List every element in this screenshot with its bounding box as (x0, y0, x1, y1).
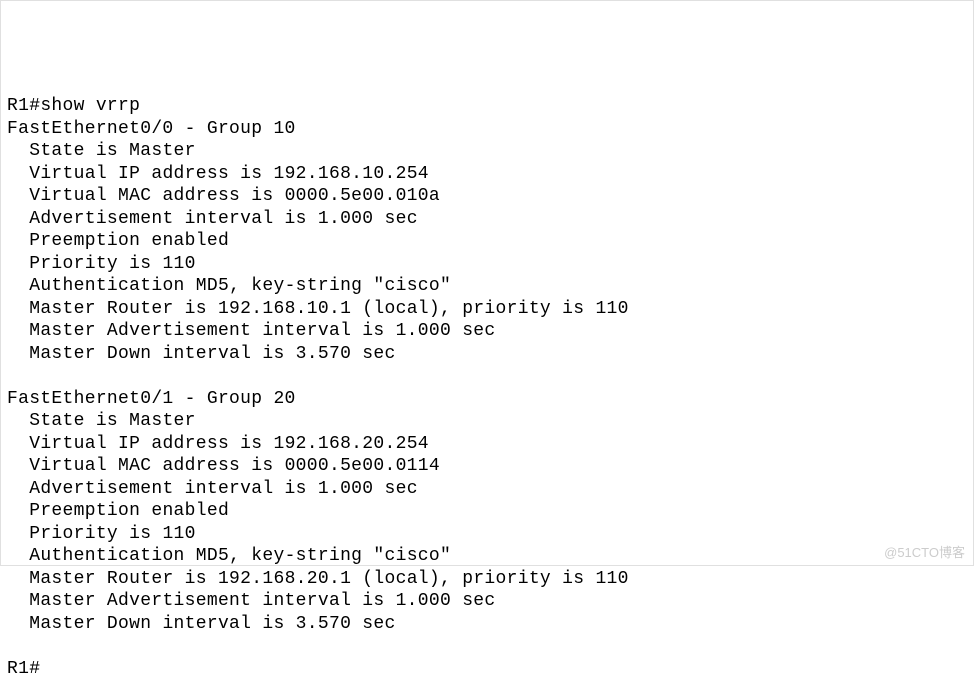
virtual-ip-line-0: Virtual IP address is 192.168.10.254 (29, 164, 429, 184)
virtual-mac-line-1: Virtual MAC address is 0000.5e00.0114 (29, 456, 440, 476)
preemption-line-1: Preemption enabled (29, 501, 229, 521)
master-adv-line-0: Master Advertisement interval is 1.000 s… (29, 321, 495, 341)
adv-interval-line-1: Advertisement interval is 1.000 sec (29, 479, 418, 499)
state-line-1: State is Master (29, 411, 196, 431)
preemption-line-0: Preemption enabled (29, 231, 229, 251)
master-adv-line-1: Master Advertisement interval is 1.000 s… (29, 591, 495, 611)
adv-interval-line-0: Advertisement interval is 1.000 sec (29, 209, 418, 229)
cli-command: show vrrp (40, 96, 140, 116)
watermark: @51CTO博客 (884, 545, 965, 561)
virtual-mac-line-0: Virtual MAC address is 0000.5e00.010a (29, 186, 440, 206)
auth-line-1: Authentication MD5, key-string "cisco" (29, 546, 451, 566)
group-header-0: FastEthernet0/0 - Group 10 (7, 119, 296, 139)
master-down-line-1: Master Down interval is 3.570 sec (29, 614, 395, 634)
group-header-1: FastEthernet0/1 - Group 20 (7, 389, 296, 409)
priority-line-0: Priority is 110 (29, 254, 196, 274)
cli-prompt: R1# (7, 96, 40, 116)
master-router-line-1: Master Router is 192.168.20.1 (local), p… (29, 569, 629, 589)
priority-line-1: Priority is 110 (29, 524, 196, 544)
master-router-line-0: Master Router is 192.168.10.1 (local), p… (29, 299, 629, 319)
auth-line-0: Authentication MD5, key-string "cisco" (29, 276, 451, 296)
state-line-0: State is Master (29, 141, 196, 161)
master-down-line-0: Master Down interval is 3.570 sec (29, 344, 395, 364)
cli-end-prompt[interactable]: R1# (7, 659, 40, 679)
virtual-ip-line-1: Virtual IP address is 192.168.20.254 (29, 434, 429, 454)
